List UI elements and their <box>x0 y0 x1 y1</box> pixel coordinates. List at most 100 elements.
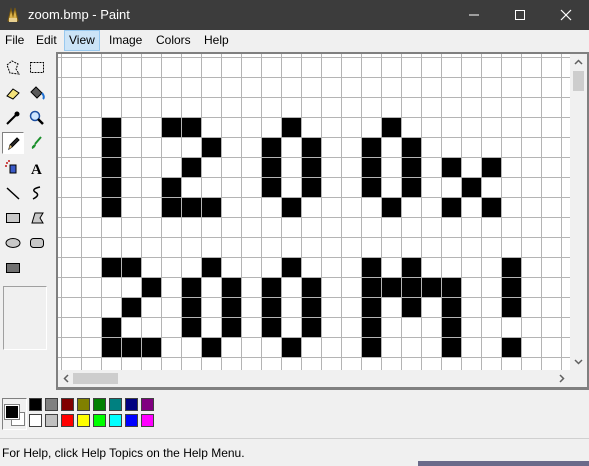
pixel <box>121 257 141 277</box>
horizontal-scroll-thumb[interactable] <box>73 373 118 384</box>
tool-text[interactable]: A <box>26 157 48 179</box>
pixel <box>301 297 321 317</box>
color-swatch[interactable] <box>125 414 138 427</box>
pixel <box>421 277 441 297</box>
tool-eraser[interactable] <box>2 82 24 104</box>
window-title: zoom.bmp - Paint <box>28 7 130 22</box>
scroll-up-button[interactable] <box>570 54 587 71</box>
maximize-button[interactable] <box>497 0 543 30</box>
brush-icon <box>31 136 42 149</box>
svg-text:A: A <box>31 162 42 177</box>
vertical-scroll-thumb[interactable] <box>573 71 584 91</box>
color-swatch[interactable] <box>45 414 58 427</box>
pixel <box>361 317 381 337</box>
color-swatch[interactable] <box>77 398 90 411</box>
tool-curve[interactable] <box>26 182 48 204</box>
color-swatch[interactable] <box>45 398 58 411</box>
pixel <box>141 337 161 357</box>
ellipse-icon <box>5 238 21 248</box>
canvas-area[interactable] <box>58 54 570 370</box>
text-icon: A <box>31 162 42 177</box>
filled-rect-icon <box>6 263 20 273</box>
pixel <box>401 297 421 317</box>
minimize-icon <box>469 14 479 16</box>
chevron-up-icon <box>574 59 583 65</box>
pixel <box>301 137 321 157</box>
pixel <box>401 277 421 297</box>
pixel <box>441 197 461 217</box>
pixel <box>401 157 421 177</box>
pixel <box>301 317 321 337</box>
status-text: For Help, click Help Topics on the Help … <box>2 446 245 460</box>
minimize-button[interactable] <box>451 0 497 30</box>
pixel <box>181 317 201 337</box>
color-swatch[interactable] <box>29 414 42 427</box>
pixel <box>181 157 201 177</box>
tool-line[interactable] <box>2 182 24 204</box>
title-bar[interactable]: zoom.bmp - Paint <box>0 0 589 30</box>
menu-colors[interactable]: Colors <box>152 31 195 50</box>
foreground-color[interactable] <box>4 404 20 420</box>
close-button[interactable] <box>543 0 589 30</box>
color-swatch[interactable] <box>61 414 74 427</box>
color-swatch[interactable] <box>141 398 154 411</box>
tool-rectangle[interactable] <box>2 207 24 229</box>
pixel <box>361 297 381 317</box>
menu-edit[interactable]: Edit <box>32 31 61 50</box>
tool-airbrush[interactable] <box>2 157 24 179</box>
color-swatch[interactable] <box>61 398 74 411</box>
pixel <box>161 197 181 217</box>
horizontal-scrollbar[interactable] <box>58 370 570 387</box>
pixel <box>261 297 281 317</box>
pixel <box>361 157 381 177</box>
pixel <box>261 277 281 297</box>
pixel <box>181 297 201 317</box>
tool-polygon[interactable] <box>26 207 48 229</box>
pixel <box>221 317 241 337</box>
tool-pencil[interactable] <box>2 132 24 154</box>
pixel <box>101 177 121 197</box>
pixel <box>361 277 381 297</box>
color-swatch[interactable] <box>109 414 122 427</box>
chevron-down-icon <box>574 359 583 365</box>
tool-rounded-rect[interactable] <box>26 232 48 254</box>
color-swatch[interactable] <box>125 398 138 411</box>
pixel <box>401 257 421 277</box>
menu-image[interactable]: Image <box>105 31 146 50</box>
menu-file[interactable]: File <box>1 31 28 50</box>
tool-options-box[interactable] <box>3 286 47 350</box>
pixel-grid[interactable] <box>58 54 570 370</box>
vertical-scrollbar[interactable] <box>570 54 587 370</box>
tool-rect-select[interactable] <box>26 57 48 79</box>
scroll-down-button[interactable] <box>570 353 587 370</box>
pixel <box>481 197 501 217</box>
pixel <box>101 157 121 177</box>
color-swatch[interactable] <box>77 414 90 427</box>
free-form-select-icon <box>6 60 20 75</box>
pixel <box>441 277 461 297</box>
color-swatch[interactable] <box>29 398 42 411</box>
pixel <box>101 117 121 137</box>
tool-brush[interactable] <box>26 132 48 154</box>
tool-magnifier[interactable] <box>26 107 48 129</box>
menu-help[interactable]: Help <box>200 31 233 50</box>
chevron-right-icon <box>559 374 565 383</box>
tool-free-form-select[interactable] <box>2 57 24 79</box>
pixel <box>101 257 121 277</box>
pixel <box>501 337 521 357</box>
tool-pick-color[interactable] <box>2 107 24 129</box>
pixel <box>201 257 221 277</box>
tool-filled-rect[interactable] <box>2 257 24 279</box>
color-swatch[interactable] <box>93 414 106 427</box>
pixel <box>281 117 301 137</box>
color-swatch[interactable] <box>93 398 106 411</box>
scroll-right-button[interactable] <box>553 370 570 387</box>
tool-fill[interactable] <box>26 82 48 104</box>
pixel <box>501 277 521 297</box>
pixel <box>481 157 501 177</box>
color-swatch[interactable] <box>109 398 122 411</box>
menu-view[interactable]: View <box>64 30 100 51</box>
current-colors[interactable] <box>2 398 27 430</box>
tool-ellipse[interactable] <box>2 232 24 254</box>
color-swatch[interactable] <box>141 414 154 427</box>
